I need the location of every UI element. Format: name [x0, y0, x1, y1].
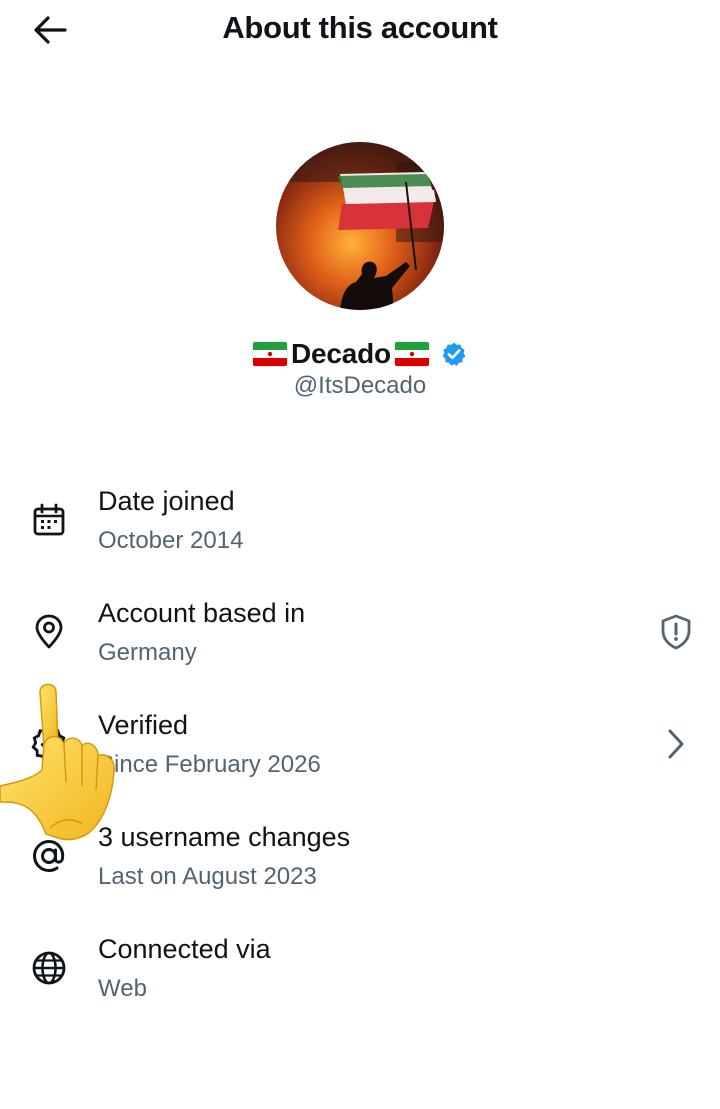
row-date-joined: Date joined October 2014: [0, 480, 720, 580]
avatar-image: [276, 142, 444, 310]
row-value: Web: [98, 975, 147, 1002]
row-username-changes: 3 username changes Last on August 2023: [0, 816, 720, 916]
row-label: Connected via: [98, 934, 271, 964]
at-sign-icon: [30, 837, 68, 875]
row-value: Since February 2026: [98, 751, 321, 778]
row-value: Last on August 2023: [98, 863, 317, 890]
verified-badge-icon: [442, 342, 466, 366]
verified-outline-icon: [30, 725, 68, 763]
row-label: Verified: [98, 710, 189, 740]
row-account-based-in[interactable]: Account based in Germany: [0, 592, 720, 692]
iran-flag-icon: [394, 342, 429, 366]
row-label: 3 username changes: [98, 822, 351, 852]
row-connected-via: Connected via Web: [0, 928, 720, 1028]
row-value: Germany: [98, 639, 197, 666]
location-pin-icon: [30, 613, 68, 651]
chevron-right-icon[interactable]: [658, 726, 694, 762]
shield-alert-icon[interactable]: [658, 614, 694, 650]
username-handle: @ItsDecado: [293, 372, 427, 399]
display-name: Decado: [291, 338, 391, 369]
row-label: Date joined: [98, 486, 235, 516]
row-verified[interactable]: Verified Since February 2026: [0, 704, 720, 804]
page-title: About this account: [222, 10, 498, 45]
globe-icon: [30, 949, 68, 987]
profile-avatar[interactable]: [276, 142, 444, 310]
display-name-row: Decado: [0, 338, 720, 370]
iran-flag-icon: [253, 342, 288, 366]
row-label: Account based in: [98, 598, 306, 628]
row-value: October 2014: [98, 527, 244, 554]
calendar-icon: [30, 501, 68, 539]
top-bar: About this account: [0, 0, 720, 62]
